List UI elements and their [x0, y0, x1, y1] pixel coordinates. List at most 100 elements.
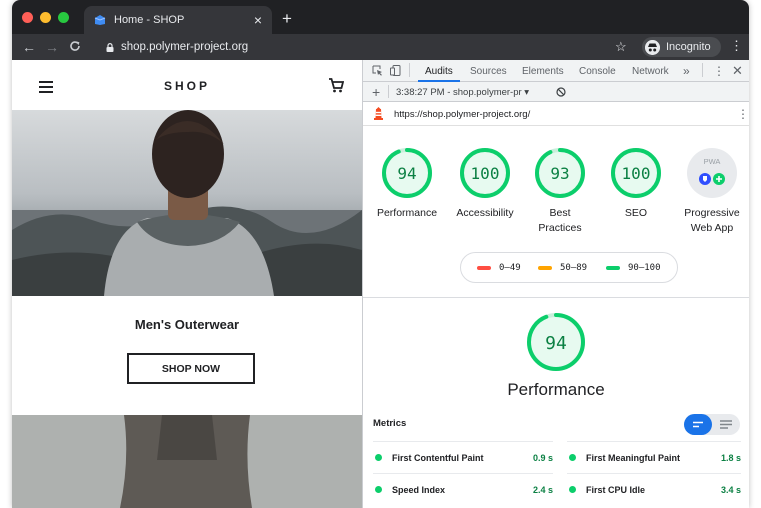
close-window-button[interactable] [22, 12, 33, 23]
report-selector[interactable]: 3:38:27 PM - shop.polymer-pr ▾ [396, 87, 529, 98]
metric-value: 1.8 s [720, 452, 741, 463]
gauge-seo[interactable]: 100 SEO [601, 147, 671, 221]
accessibility-score: 100 [471, 164, 500, 183]
incognito-label: Incognito [666, 41, 711, 53]
metric-pass-dot [569, 486, 576, 493]
metric-label: First CPU Idle [586, 484, 646, 495]
browser-window: Home - SHOP × + ← → shop.polymer-project… [12, 0, 749, 508]
devtools-menu-icon[interactable]: ⋮ [713, 64, 725, 78]
clear-reports-icon[interactable] [556, 87, 566, 97]
metric-first-contentful-paint[interactable]: First Contentful Paint 0.9 s [373, 441, 553, 473]
browser-toolbar: ← → shop.polymer-project.org ☆ Incognito… [12, 34, 749, 60]
zoom-window-button[interactable] [58, 12, 69, 23]
second-hero-image[interactable] [12, 415, 362, 508]
metric-first-cpu-idle[interactable]: First CPU Idle 3.4 s [567, 473, 741, 505]
metrics-view-toggle[interactable] [684, 414, 740, 435]
new-tab-button[interactable]: + [282, 9, 292, 29]
report-menu-icon[interactable]: ⋮ [737, 107, 749, 121]
shopping-cart-icon[interactable] [328, 78, 344, 93]
report-url-bar: https://shop.polymer-project.org/ ⋮ [363, 102, 749, 126]
more-tabs-button[interactable]: » [683, 64, 690, 78]
metric-pass-dot [375, 486, 382, 493]
best-practices-label: Best Practices [538, 207, 582, 234]
browser-tab[interactable]: Home - SHOP × [84, 6, 272, 34]
metrics-heading: Metrics [373, 418, 407, 429]
second-hero-photo [12, 415, 362, 508]
metric-value: 2.4 s [532, 484, 553, 495]
section-divider [363, 297, 749, 298]
tab-title: Home - SHOP [114, 14, 185, 26]
audited-url[interactable]: https://shop.polymer-project.org/ [394, 109, 530, 120]
forward-arrow-icon[interactable]: → [45, 39, 59, 55]
legend-fail-range: 0–49 [499, 263, 521, 273]
performance-section-title: Performance [507, 380, 605, 399]
url-text: shop.polymer-project.org [121, 41, 249, 53]
compact-view-icon [693, 421, 703, 428]
best-practices-gauge: 93 [535, 148, 585, 198]
gauge-performance[interactable]: 94 Performance [372, 147, 442, 221]
metric-label: First Contentful Paint [392, 452, 484, 463]
lighthouse-icon [374, 107, 383, 120]
legend-average-range: 50–89 [560, 263, 588, 273]
pwa-badge-text: PWA [704, 157, 721, 166]
tab-sources[interactable]: Sources [470, 66, 507, 77]
seo-gauge: 100 [611, 148, 661, 198]
bookmark-star-icon[interactable]: ☆ [615, 39, 627, 55]
inspect-element-icon[interactable] [372, 65, 383, 76]
audits-toolbar: + 3:38:27 PM - shop.polymer-pr ▾ [363, 82, 749, 102]
score-legend: 0–49 50–89 90–100 [460, 252, 678, 283]
shop-favicon-icon [94, 15, 106, 25]
devtools-tab-bar: Audits Sources Elements Console Network … [363, 60, 749, 82]
back-arrow-icon[interactable]: ← [22, 39, 36, 55]
pwa-label: Progressive Web App [684, 207, 740, 234]
legend-pass-range: 90–100 [628, 263, 661, 273]
tab-close-icon[interactable]: × [254, 12, 262, 28]
device-toolbar-icon[interactable] [390, 65, 401, 76]
performance-gauge: 94 [382, 148, 432, 198]
gauge-best-practices[interactable]: 93 Best Practices [525, 147, 595, 236]
metric-speed-index[interactable]: Speed Index 2.4 s [373, 473, 553, 505]
tab-console[interactable]: Console [579, 66, 616, 77]
shop-logo[interactable]: SHOP [12, 79, 362, 93]
metric-label: Speed Index [392, 484, 446, 495]
tab-network[interactable]: Network [632, 66, 669, 77]
expanded-view-icon[interactable] [712, 414, 740, 435]
devtools-close-icon[interactable]: ✕ [732, 63, 743, 79]
seo-label: SEO [624, 207, 648, 219]
performance-big-score: 94 [545, 333, 567, 354]
browser-menu-icon[interactable]: ⋮ [730, 38, 743, 54]
new-audit-plus-icon[interactable]: + [372, 84, 380, 100]
hero-image[interactable] [12, 110, 362, 296]
accessibility-label: Accessibility [456, 207, 514, 219]
tab-audits[interactable]: Audits [425, 66, 453, 77]
compact-view-button[interactable] [684, 414, 712, 435]
gauge-pwa[interactable]: PWA Progressive Web App [677, 147, 747, 236]
lock-icon [106, 42, 114, 52]
legend-pass: 90–100 [606, 263, 661, 273]
hero-title: Men's Outerwear [134, 317, 240, 332]
metric-pass-dot [375, 454, 382, 461]
incognito-icon [645, 39, 660, 55]
incognito-badge[interactable]: Incognito [642, 37, 721, 57]
hero-photo [12, 110, 362, 296]
metric-first-meaningful-paint[interactable]: First Meaningful Paint 1.8 s [567, 441, 741, 473]
seo-score: 100 [622, 164, 651, 183]
pwa-badge-icon: PWA [687, 148, 737, 198]
shop-header: SHOP [12, 60, 362, 110]
legend-fail: 0–49 [477, 263, 521, 273]
tab-elements[interactable]: Elements [522, 66, 564, 77]
reload-icon[interactable] [69, 40, 81, 52]
performance-label: Performance [376, 207, 438, 219]
window-controls [22, 12, 69, 23]
shop-now-button[interactable]: SHOP NOW [127, 353, 255, 384]
tab-strip: Home - SHOP × + [12, 0, 749, 34]
performance-score: 94 [397, 164, 416, 183]
gauge-accessibility[interactable]: 100 Accessibility [450, 147, 520, 221]
performance-big-gauge: 94 [526, 312, 586, 377]
best-practices-score: 93 [550, 164, 569, 183]
metric-pass-dot [569, 454, 576, 461]
address-bar[interactable]: shop.polymer-project.org [106, 37, 666, 57]
devtools-panel: Audits Sources Elements Console Network … [363, 60, 749, 508]
minimize-window-button[interactable] [40, 12, 51, 23]
metric-value: 3.4 s [720, 484, 741, 495]
